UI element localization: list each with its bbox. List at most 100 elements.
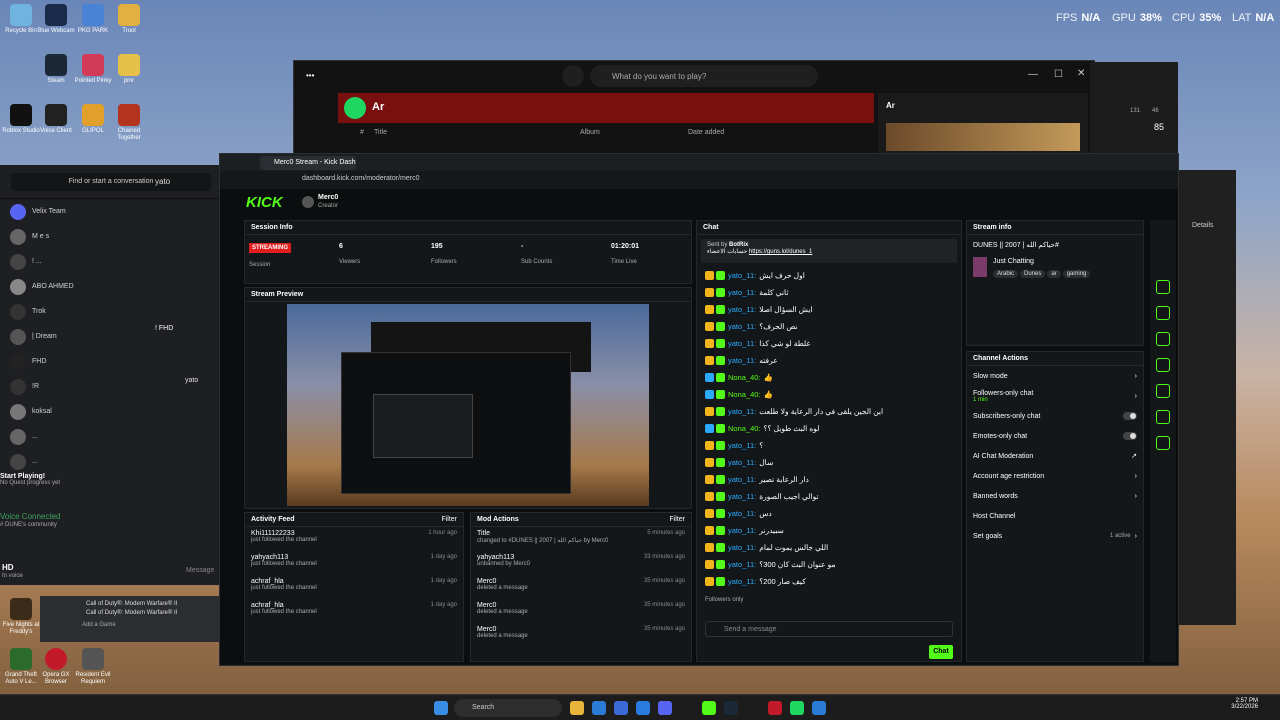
preview-video[interactable] (287, 304, 649, 506)
chat-username[interactable]: yato_11: (728, 475, 756, 484)
chat-username[interactable]: yato_11: (728, 543, 756, 552)
dm-item[interactable]: ... (0, 424, 152, 449)
menu-icon[interactable]: ••• (306, 71, 314, 80)
dm-item[interactable]: ! ... (0, 249, 152, 274)
discord-icon[interactable] (658, 701, 672, 715)
folder-icon[interactable] (570, 701, 584, 715)
home-icon[interactable] (562, 65, 584, 87)
discord-search[interactable]: Find or start a conversation (11, 172, 211, 191)
kick-icon[interactable] (702, 701, 716, 715)
list-item: yahyach113 just followed the channel 1 day… (251, 554, 457, 567)
chat-username[interactable]: yato_11: (728, 339, 756, 348)
chat-username[interactable]: yato_11: (728, 526, 756, 535)
badge-icon (716, 543, 725, 552)
toolbar-icon[interactable] (1156, 280, 1170, 294)
desktop-icon[interactable]: Voice Client (35, 104, 77, 135)
chat-username[interactable]: yato_11: (728, 458, 756, 467)
desktop-icon-steam[interactable]: Steam (35, 54, 77, 85)
mod-actions-panel: Mod Actions Filter Title changed to #DUNES… (470, 512, 692, 662)
dm-item[interactable]: Trok (0, 299, 152, 324)
toolbar-icon[interactable] (1156, 436, 1170, 450)
badge-icon (716, 577, 725, 586)
chat-input[interactable]: Send a message (705, 621, 953, 637)
taskbar-search[interactable]: Search (454, 699, 562, 717)
badge-icon (716, 492, 725, 501)
chat-username[interactable]: yato_11: (728, 305, 756, 314)
steam-icon[interactable] (724, 701, 738, 715)
tag: gaming (1062, 270, 1091, 278)
send-chat-button[interactable]: Chat (929, 645, 953, 659)
chat-username[interactable]: Nona_40: (728, 373, 761, 382)
followers-only-option[interactable]: Followers-only chat 1 min › (967, 386, 1143, 406)
edge-icon[interactable] (592, 701, 606, 715)
filter-button[interactable]: Filter (669, 516, 685, 523)
badge-icon (716, 322, 725, 331)
message-input[interactable]: Message (186, 567, 214, 574)
dm-item[interactable]: ... (0, 449, 152, 474)
dm-item[interactable]: M e s (0, 224, 152, 249)
ai-moderation-option[interactable]: AI Chat Moderation ↗ (967, 446, 1143, 466)
desktop-icon-opera[interactable]: Opera GX Browser (35, 648, 77, 686)
chat-text: ثاني كلمة (759, 288, 789, 297)
chat-username[interactable]: Nona_40: (728, 424, 761, 433)
desktop-icon[interactable]: Blue Webcam (35, 4, 77, 35)
subscribers-only-toggle[interactable]: Subscribers-only chat (967, 406, 1143, 426)
badge-icon (716, 441, 725, 450)
desktop-icon-fnaf[interactable]: Five Nights at Freddy's (0, 598, 42, 636)
chat-username[interactable]: yato_11: (728, 560, 756, 569)
banned-words-option[interactable]: Banned words › (967, 486, 1143, 506)
chat-username[interactable]: yato_11: (728, 356, 756, 365)
emotes-only-toggle[interactable]: Emotes-only chat (967, 426, 1143, 446)
playlist-header: Ar (338, 93, 874, 123)
desktop-icon[interactable]: Chained Together (108, 104, 150, 142)
url-field[interactable]: dashboard.kick.com/moderator/merc0 (302, 175, 420, 182)
host-channel-option[interactable]: Host Channel (967, 506, 1143, 526)
chat-username[interactable]: yato_11: (728, 509, 756, 518)
spotify-search-input[interactable]: What do you want to play? (590, 65, 818, 87)
set-goals-option[interactable]: Set goals 1 active › (967, 526, 1143, 546)
close-icon[interactable]: ✕ (1077, 68, 1085, 79)
dm-item[interactable]: Velix Team (0, 199, 152, 224)
app-icon[interactable] (636, 701, 650, 715)
pinned-message[interactable]: Sent by BotRix حسابات الاعضاء https://gu… (701, 239, 957, 263)
play-button[interactable] (344, 97, 366, 119)
chat-username[interactable]: yato_11: (728, 577, 756, 586)
dm-item[interactable]: !R (0, 374, 152, 399)
chat-username[interactable]: Nona_40: (728, 390, 761, 399)
clock[interactable]: 2:57 PM 3/22/2026 (1228, 698, 1258, 710)
dm-item[interactable]: koksal (0, 399, 152, 424)
chat-username[interactable]: yato_11: (728, 492, 756, 501)
toolbar-icon[interactable] (1156, 358, 1170, 372)
toolbar-icon[interactable] (1156, 384, 1170, 398)
chat-username[interactable]: yato_11: (728, 288, 756, 297)
chat-message: yato_11: عرفته (697, 352, 961, 369)
browser-tab[interactable]: Merc0 Stream - Kick Dash (260, 156, 356, 170)
desktop-icon[interactable]: pmr (108, 54, 150, 85)
maximize-icon[interactable]: ☐ (1054, 69, 1063, 80)
toolbar-icon[interactable] (1156, 306, 1170, 320)
chat-username[interactable]: yato_11: (728, 322, 756, 331)
dm-item[interactable]: ABO AHMED (0, 274, 152, 299)
spotify-icon[interactable] (790, 701, 804, 715)
toolbar-icon[interactable] (1156, 332, 1170, 346)
filter-button[interactable]: Filter (441, 516, 457, 523)
slow-mode-option[interactable]: Slow mode › (967, 366, 1143, 386)
badge-icon (716, 339, 725, 348)
vscode-icon[interactable] (812, 701, 826, 715)
kick-logo[interactable]: KICK (246, 194, 283, 211)
chat-username[interactable]: yato_11: (728, 271, 756, 280)
account-age-option[interactable]: Account age restriction › (967, 466, 1143, 486)
toolbar-icon[interactable] (1156, 410, 1170, 424)
desktop-icon[interactable]: Trool (108, 4, 150, 35)
opera-icon[interactable] (768, 701, 782, 715)
avatar (302, 196, 314, 208)
tag: Arabic (993, 270, 1019, 278)
desktop-icon-re[interactable]: Resident Evil Requiem (72, 648, 114, 686)
app-icon[interactable] (614, 701, 628, 715)
chat-username[interactable]: yato_11: (728, 407, 756, 416)
chat-username[interactable]: yato_11: (728, 441, 756, 450)
start-icon[interactable] (434, 701, 448, 715)
dm-item[interactable]: | Dream (0, 324, 152, 349)
minimize-icon[interactable]: — (1028, 69, 1038, 80)
dm-item[interactable]: FHD (0, 349, 152, 374)
